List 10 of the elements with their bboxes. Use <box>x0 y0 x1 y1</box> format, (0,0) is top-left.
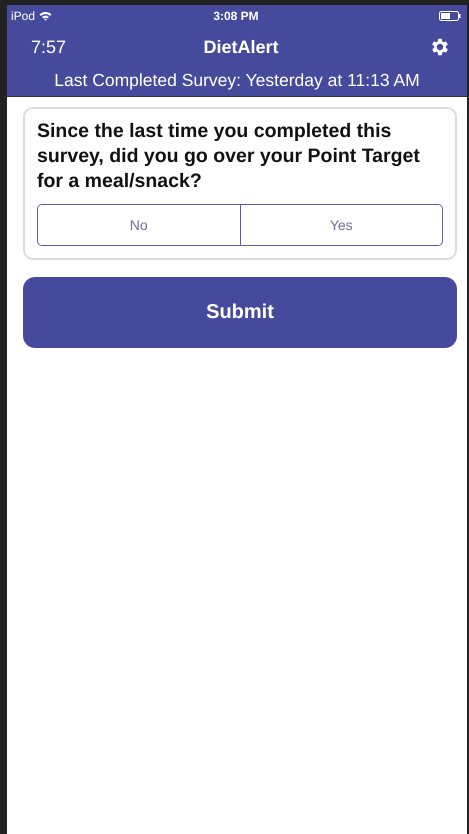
battery-icon <box>438 11 461 21</box>
wifi-icon <box>39 11 52 21</box>
app-title: DietAlert <box>203 36 278 58</box>
question-text: Since the last time you completed this survey, did you go over your Point Target for a meal/snack? <box>37 119 421 194</box>
status-time: 3:08 PM <box>213 9 259 23</box>
carrier-label: iPod <box>11 9 36 23</box>
answer-option[interactable]: Yes <box>240 205 442 245</box>
last-survey-text: Last Completed Survey: Yesterday at 11:13 AM <box>53 69 421 92</box>
timer-label: 7:57 <box>31 36 68 58</box>
submit-button[interactable]: Submit <box>23 277 457 348</box>
